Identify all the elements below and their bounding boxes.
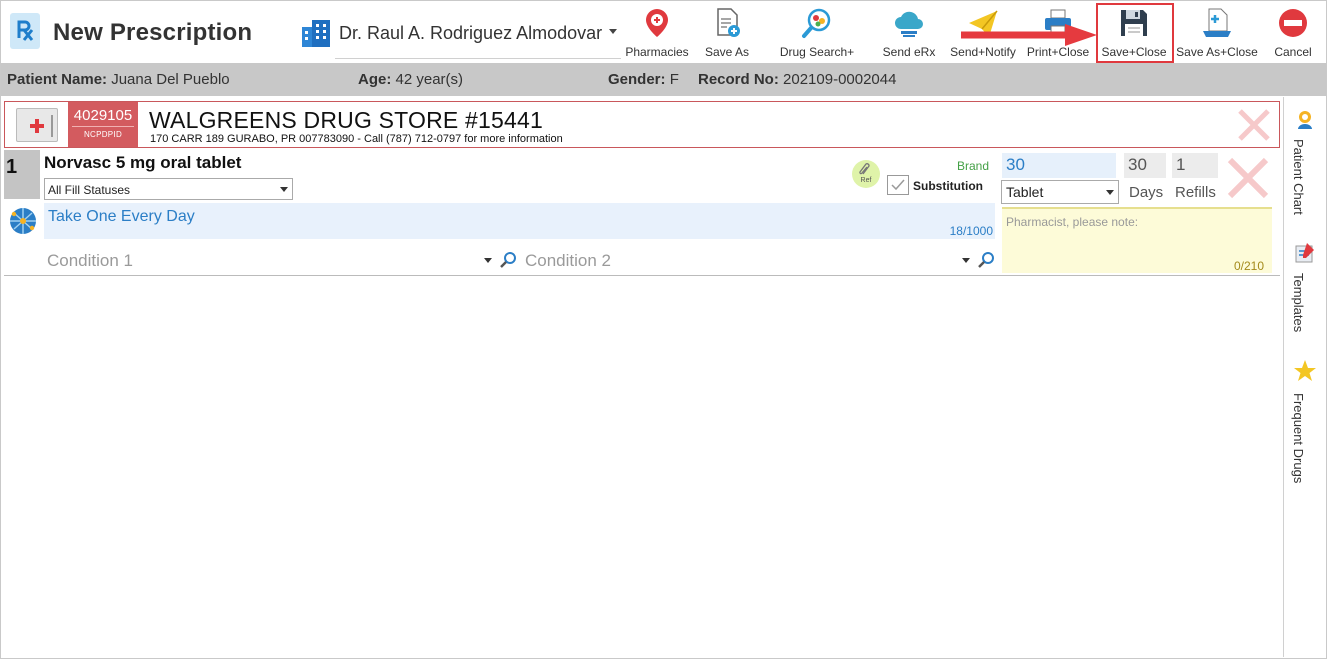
map-pin-icon <box>646 9 668 37</box>
save-as-close-button[interactable]: Save As+Close <box>1175 5 1259 61</box>
patient-age-label: Age: <box>358 71 392 88</box>
doctor-name: Dr. Raul A. Rodriguez Almodovar <box>339 23 603 43</box>
days-input[interactable]: 30 <box>1124 153 1166 178</box>
building-icon <box>302 20 330 47</box>
patient-gender-label: Gender: <box>608 71 666 88</box>
document-medical-icon <box>1203 8 1231 37</box>
sidebar-label-patient-chart: Patient Chart <box>1291 139 1306 215</box>
condition-1-label: Condition 1 <box>47 251 134 270</box>
patient-gender-field: Gender: F <box>608 71 679 88</box>
dosage-form-select[interactable]: Tablet <box>1001 180 1119 204</box>
search-icon[interactable] <box>499 251 517 269</box>
sidebar-label-templates: Templates <box>1291 273 1306 333</box>
cancel-button[interactable]: Cancel <box>1267 5 1319 61</box>
page-title: New Prescription <box>53 19 253 46</box>
days-label: Days <box>1129 184 1164 201</box>
chevron-down-icon <box>609 29 617 34</box>
chevron-down-icon <box>962 258 970 263</box>
send-erx-label: Send eRx <box>882 45 936 59</box>
drug-number: 1 <box>6 156 18 178</box>
patient-bar: Patient Name: Juana Del Pueblo Age: 42 y… <box>1 63 1326 96</box>
chevron-down-icon <box>1106 190 1114 195</box>
patient-gender: F <box>669 71 679 88</box>
patient-record: 202109-0002044 <box>783 71 897 88</box>
save-as-button[interactable]: Save As <box>701 5 753 61</box>
dosage-form-value: Tablet <box>1006 184 1044 200</box>
condition-1-select[interactable]: Condition 1 <box>44 247 520 273</box>
refills-input[interactable]: 1 <box>1172 153 1218 178</box>
substitution-label: Substitution <box>913 179 983 193</box>
sidebar-item-frequent-drugs[interactable]: Frequent Drugs <box>1284 359 1327 495</box>
pharmacies-label: Pharmacies <box>625 45 689 59</box>
patient-age: 42 year(s) <box>395 71 464 88</box>
quantity-input[interactable]: 30 <box>1002 153 1116 178</box>
refills-label: Refills <box>1175 184 1216 201</box>
pharmacies-button[interactable]: Pharmacies <box>625 5 689 61</box>
search-icon[interactable] <box>977 251 995 269</box>
patient-chart-icon <box>1298 111 1312 129</box>
checkmark-icon <box>891 179 905 191</box>
document-add-icon <box>717 8 740 37</box>
arrow-right-icon <box>961 24 1097 46</box>
pill-search-icon <box>802 8 831 38</box>
right-sidebar: Patient Chart Templates Frequent Drugs <box>1283 97 1326 657</box>
remove-drug-icon[interactable] <box>1226 156 1270 200</box>
condition-2-select[interactable]: Condition 2 <box>522 247 998 273</box>
patient-name-field: Patient Name: Juana Del Pueblo <box>7 71 230 88</box>
pharmacy-id-badge: 4029105 NCPDPID <box>68 102 138 147</box>
pharmacy-id-type: NCPDPID <box>83 130 123 139</box>
send-notify-label: Send+Notify <box>950 45 1016 59</box>
patient-record-field: Record No: 202109-0002044 <box>698 71 896 88</box>
drug-number-tab: 1 <box>4 150 40 199</box>
pharmacy-icon <box>16 108 58 142</box>
remove-pharmacy-icon[interactable] <box>1237 108 1271 142</box>
brand-label: Brand <box>957 159 990 173</box>
ref-button[interactable]: Ref <box>852 160 880 188</box>
pharmacy-address: 170 CARR 189 GURABO, PR 007783090 - Call… <box>150 133 563 145</box>
pharmacist-note-input[interactable]: Pharmacist, please note: 0/210 <box>1002 207 1272 273</box>
substitution-checkbox[interactable] <box>887 175 909 195</box>
pharmacy-card[interactable]: 4029105 NCPDPID WALGREENS DRUG STORE #15… <box>4 101 1280 148</box>
window-frame <box>0 0 1327 659</box>
sidebar-item-templates[interactable]: Templates <box>1284 239 1327 345</box>
pharmacist-note-placeholder: Pharmacist, please note: <box>1006 215 1139 229</box>
patient-name-label: Patient Name: <box>7 71 108 88</box>
chevron-down-icon <box>280 187 288 192</box>
patient-record-label: Record No: <box>698 71 779 88</box>
cloud-send-icon <box>895 11 923 37</box>
print-close-label: Print+Close <box>1026 45 1090 59</box>
paperclip-icon <box>859 163 870 175</box>
drug-row: 1 Norvasc 5 mg oral tablet All Fill Stat… <box>4 150 1280 276</box>
drug-search-label: Drug Search+ <box>779 45 855 59</box>
chevron-down-icon <box>484 258 492 263</box>
pharmacy-name: WALGREENS DRUG STORE #15441 <box>149 107 543 133</box>
pharmacist-note-char-count: 0/210 <box>1233 259 1264 273</box>
sig-char-count: 18/1000 <box>949 224 993 238</box>
star-icon <box>1294 360 1316 381</box>
drug-name: Norvasc 5 mg oral tablet <box>44 153 242 172</box>
pharmacy-id: 4029105 <box>72 107 134 127</box>
globe-network-icon <box>10 208 36 234</box>
patient-name: Juana Del Pueblo <box>111 71 230 88</box>
save-as-close-label: Save As+Close <box>1176 45 1258 59</box>
sig-text: Take One Every Day <box>48 208 195 225</box>
cancel-label: Cancel <box>1274 45 1312 59</box>
drug-search-button[interactable]: Drug Search+ <box>777 5 857 61</box>
sig-input[interactable]: Take One Every Day 18/1000 <box>44 203 995 239</box>
fill-status-select[interactable]: All Fill Statuses <box>44 178 293 200</box>
send-erx-button[interactable]: Send eRx <box>881 5 937 61</box>
header: New Prescription Dr. Raul A. Rodriguez A… <box>1 1 1326 63</box>
ref-label: Ref <box>860 177 872 184</box>
condition-2-label: Condition 2 <box>525 251 612 270</box>
templates-icon <box>1295 243 1314 263</box>
fill-status-value: All Fill Statuses <box>48 183 131 197</box>
sidebar-label-frequent-drugs: Frequent Drugs <box>1291 393 1306 484</box>
patient-age-field: Age: 42 year(s) <box>358 71 463 88</box>
save-as-label: Save As <box>704 45 750 59</box>
sidebar-item-patient-chart[interactable]: Patient Chart <box>1284 105 1327 231</box>
cancel-icon <box>1279 9 1307 37</box>
prescription-app-icon <box>10 13 40 49</box>
doctor-select[interactable]: Dr. Raul A. Rodriguez Almodovar <box>335 19 621 59</box>
save-close-highlight <box>1096 3 1174 63</box>
